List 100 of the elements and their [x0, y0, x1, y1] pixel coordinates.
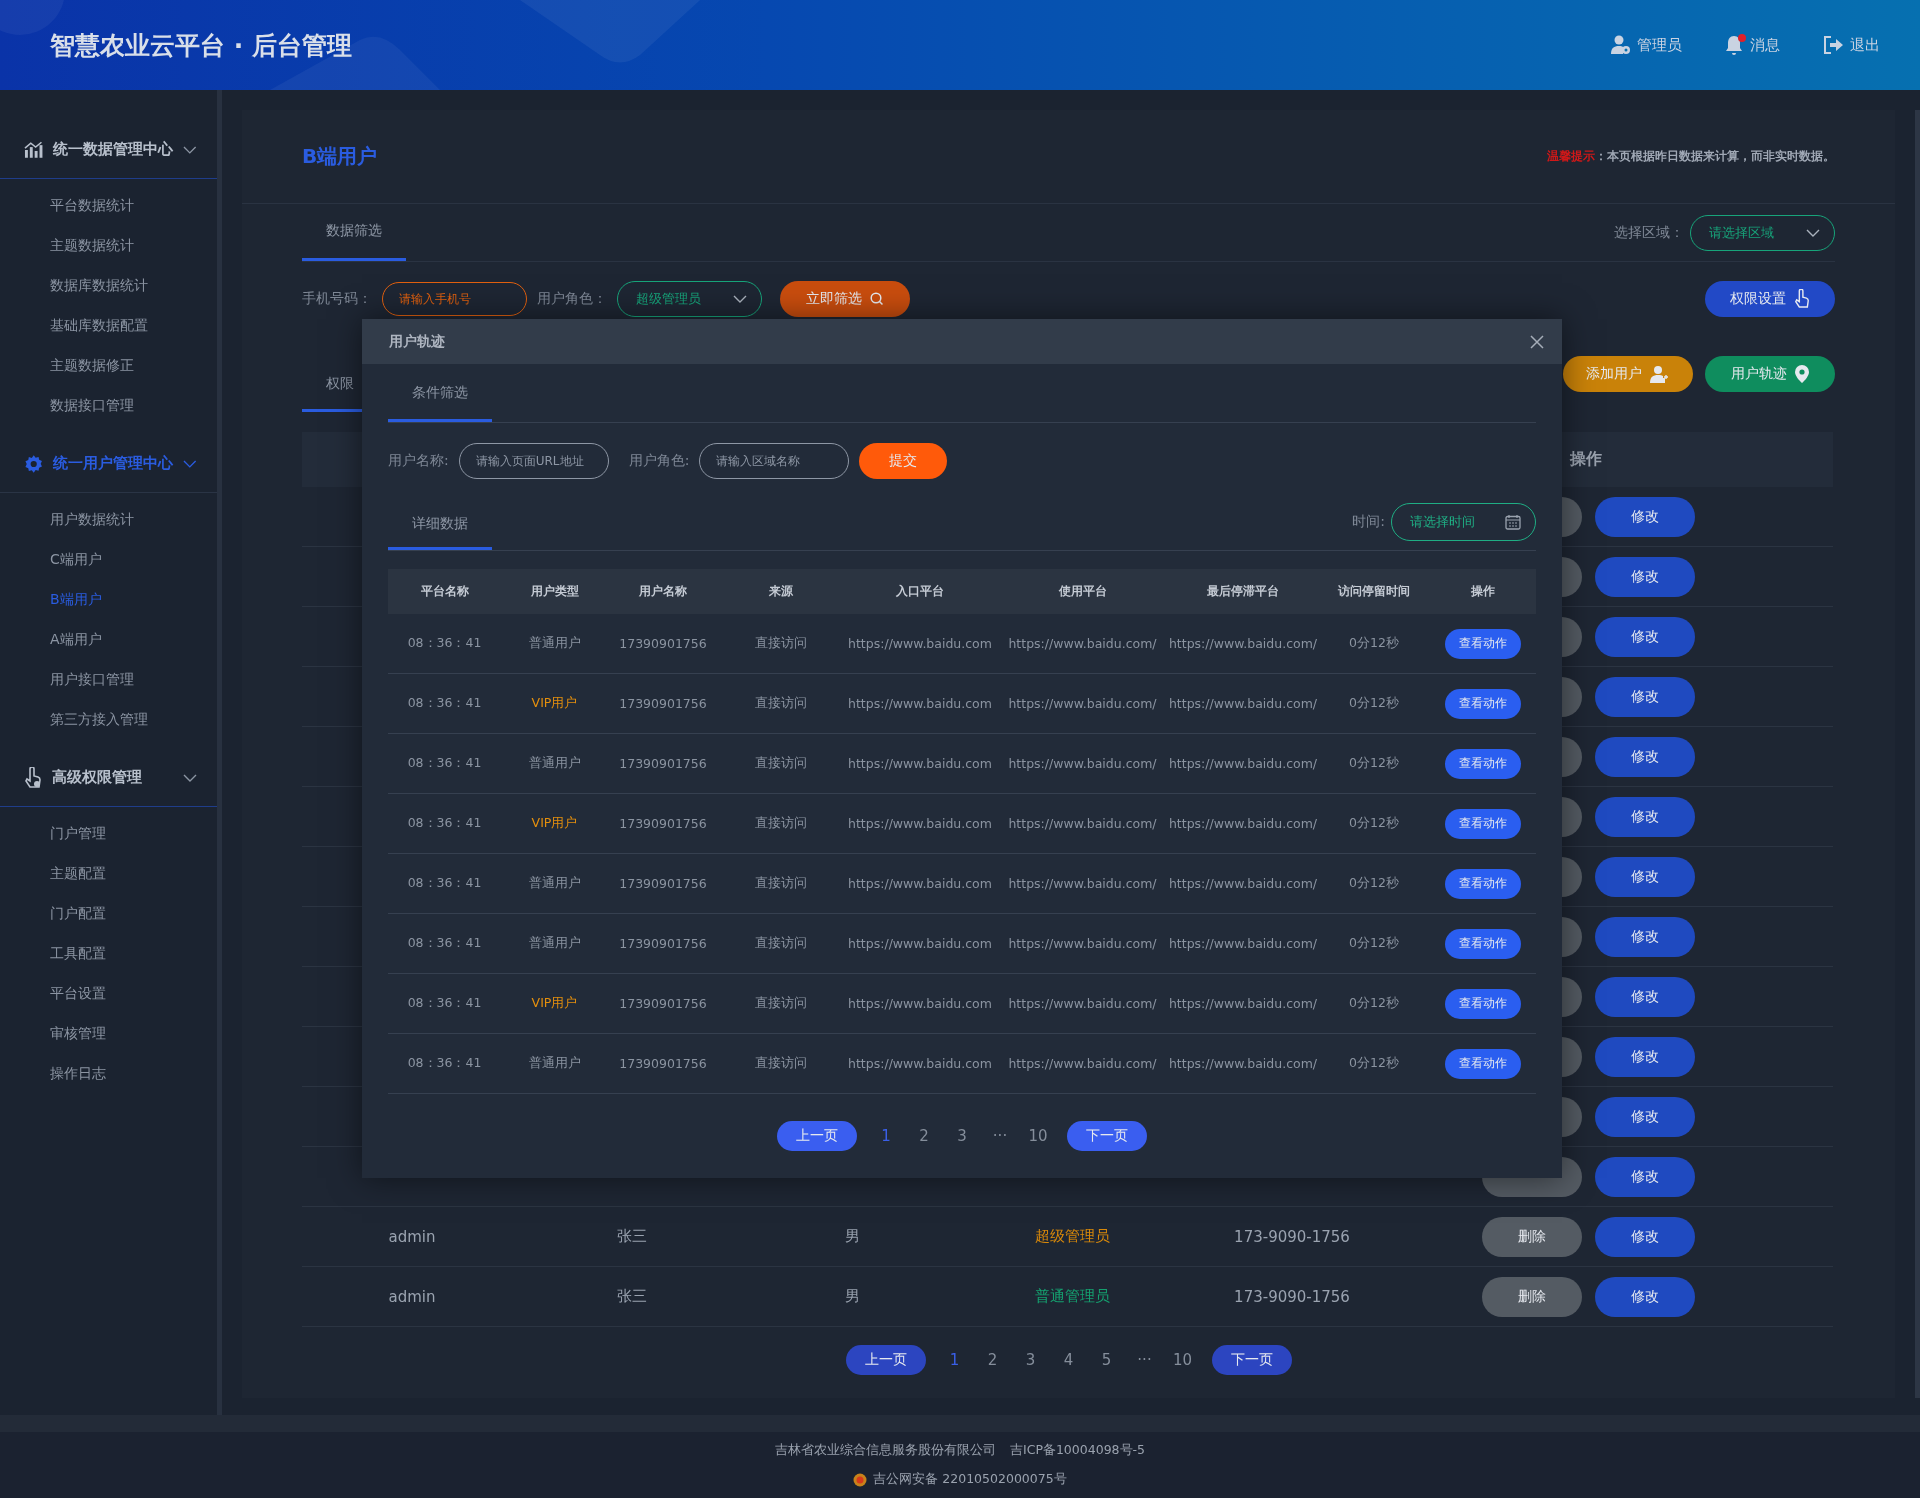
sidebar-group-header[interactable]: 统一数据管理中心 [0, 121, 217, 179]
sidebar-item[interactable]: 主题数据修正 [0, 345, 217, 385]
previous-page-button[interactable]: 上一页 [845, 1345, 926, 1375]
sidebar-item[interactable]: 数据库数据统计 [0, 265, 217, 305]
condition-filter-tab[interactable]: 条件筛选 [388, 366, 492, 422]
sidebar-item[interactable]: 用户接口管理 [0, 659, 217, 699]
sidebar-item[interactable]: 数据接口管理 [0, 385, 217, 425]
table-cell-text: 超级管理员 [1033, 1227, 1111, 1246]
sidebar-item[interactable]: 主题数据统计 [0, 225, 217, 265]
edit-button[interactable]: 修改 [1595, 1216, 1695, 1257]
edit-button[interactable]: 修改 [1595, 736, 1695, 777]
edit-button[interactable]: 修改 [1595, 1156, 1695, 1197]
view-actions-button[interactable]: 查看动作 [1445, 688, 1521, 719]
page-number[interactable]: 2 [975, 1351, 1010, 1369]
previous-page-button[interactable]: 上一页 [777, 1121, 857, 1151]
view-actions-button[interactable]: 查看动作 [1445, 748, 1521, 779]
table-cell-text: https://www.baidu.com [847, 1056, 993, 1071]
edit-button[interactable]: 修改 [1595, 616, 1695, 657]
table-cell-text: 08：36：41 [406, 935, 483, 952]
filter-tab[interactable]: 数据筛选 [302, 204, 406, 261]
view-actions-button[interactable]: 查看动作 [1445, 868, 1521, 899]
edit-button[interactable]: 修改 [1595, 1276, 1695, 1317]
sidebar-item[interactable]: 审核管理 [0, 1013, 217, 1053]
column-header: 操作 [1470, 583, 1496, 600]
user-track-button[interactable]: 用户轨迹 [1705, 356, 1835, 392]
page-number[interactable]: 3 [1013, 1351, 1048, 1369]
view-actions-button[interactable]: 查看动作 [1445, 1048, 1521, 1079]
edit-button[interactable]: 修改 [1595, 556, 1695, 597]
detail-data-tab[interactable]: 详细数据 [388, 500, 492, 550]
view-actions-button[interactable]: 查看动作 [1445, 808, 1521, 839]
table-cell-text: 0分12秒 [1348, 695, 1400, 712]
edit-button[interactable]: 修改 [1595, 1036, 1695, 1077]
table-cell-text: 0分12秒 [1348, 875, 1400, 892]
sidebar-item[interactable]: A端用户 [0, 619, 217, 659]
page-title: B端用户 [302, 143, 379, 170]
table-cell-text: 直接访问 [753, 935, 808, 952]
edit-button[interactable]: 修改 [1595, 496, 1695, 537]
close-icon [1530, 334, 1544, 349]
sidebar-item[interactable]: C端用户 [0, 539, 217, 579]
bell-icon [1724, 34, 1744, 56]
delete-button[interactable]: 删除 [1482, 1276, 1582, 1317]
chevron-down-icon [183, 145, 197, 154]
table-cell-text: admin [387, 1227, 437, 1246]
page-number[interactable]: 3 [945, 1127, 979, 1145]
table-cell: https://www.baidu.com/ [1168, 1056, 1318, 1071]
table-cell-text: VIP用户 [530, 815, 579, 832]
sidebar-item[interactable]: 第三方接入管理 [0, 699, 217, 739]
message-link[interactable]: 消息 [1718, 33, 1786, 57]
chevron-down-icon [183, 773, 197, 782]
role-input[interactable]: 请输入区域名称 [699, 443, 850, 479]
edit-button[interactable]: 修改 [1595, 856, 1695, 897]
sidebar-item[interactable]: 操作日志 [0, 1053, 217, 1093]
table-cell-text: 17390901756 [618, 996, 708, 1011]
sidebar-group-header[interactable]: 统一用户管理中心 [0, 435, 217, 493]
edit-button[interactable]: 修改 [1595, 916, 1695, 957]
edit-button[interactable]: 修改 [1595, 976, 1695, 1017]
page-number[interactable]: 4 [1051, 1351, 1086, 1369]
page-number[interactable]: 1 [937, 1351, 972, 1369]
sidebar-item[interactable]: 门户管理 [0, 813, 217, 853]
table-cell: https://www.baidu.com/ [1168, 756, 1318, 771]
permission-settings-button[interactable]: 权限设置 [1705, 281, 1835, 317]
page-number[interactable]: 5 [1089, 1351, 1124, 1369]
pointer-hand-icon [1794, 289, 1810, 309]
sidebar-item[interactable]: 用户数据统计 [0, 499, 217, 539]
table-cell-text: admin [387, 1287, 437, 1306]
edit-button[interactable]: 修改 [1595, 796, 1695, 837]
sidebar-item[interactable]: 平台数据统计 [0, 185, 217, 225]
edit-button[interactable]: 修改 [1595, 1096, 1695, 1137]
sidebar-item[interactable]: 基础库数据配置 [0, 305, 217, 345]
table-cell: https://www.baidu.com/ [1168, 876, 1318, 891]
sidebar-item[interactable]: 门户配置 [0, 893, 217, 933]
sidebar-item[interactable]: B端用户 [0, 579, 217, 619]
column-header: 使用平台 [1057, 583, 1108, 600]
sidebar-item[interactable]: 工具配置 [0, 933, 217, 973]
next-page-button[interactable]: 下一页 [1211, 1345, 1292, 1375]
username-input[interactable]: 请输入页面URL地址 [458, 443, 609, 479]
dialog-title: 用户轨迹 [389, 332, 446, 351]
filter-button[interactable]: 立即筛选 [780, 281, 910, 317]
logout-link[interactable]: 退出 [1816, 34, 1886, 56]
view-actions-button[interactable]: 查看动作 [1445, 628, 1521, 659]
table-cell-text: 普通用户 [527, 1055, 582, 1072]
page-number[interactable]: 2 [907, 1127, 941, 1145]
table-cell: https://www.baidu.com/ [1168, 636, 1318, 651]
table-cell-text: VIP用户 [530, 995, 579, 1012]
sidebar-item[interactable]: 主题配置 [0, 853, 217, 893]
page-number[interactable]: ··· [983, 1127, 1017, 1145]
page-number[interactable]: 10 [1021, 1127, 1055, 1145]
sidebar-item[interactable]: 平台设置 [0, 973, 217, 1013]
edit-button[interactable]: 修改 [1595, 676, 1695, 717]
close-button[interactable] [1530, 334, 1544, 349]
delete-button[interactable]: 删除 [1482, 1216, 1582, 1257]
table-cell-text: https://www.baidu.com [847, 996, 993, 1011]
view-actions-button[interactable]: 查看动作 [1445, 928, 1521, 959]
phone-input[interactable]: 请输入手机号 [382, 282, 527, 316]
page-number[interactable]: ··· [1127, 1351, 1162, 1369]
next-page-button[interactable]: 下一页 [1067, 1121, 1147, 1151]
view-actions-button[interactable]: 查看动作 [1445, 988, 1521, 1019]
admin-link[interactable]: 管理员 [1605, 34, 1688, 56]
sidebar-group-header[interactable]: 高级权限管理 [0, 749, 217, 807]
page-number[interactable]: 10 [1165, 1351, 1200, 1369]
